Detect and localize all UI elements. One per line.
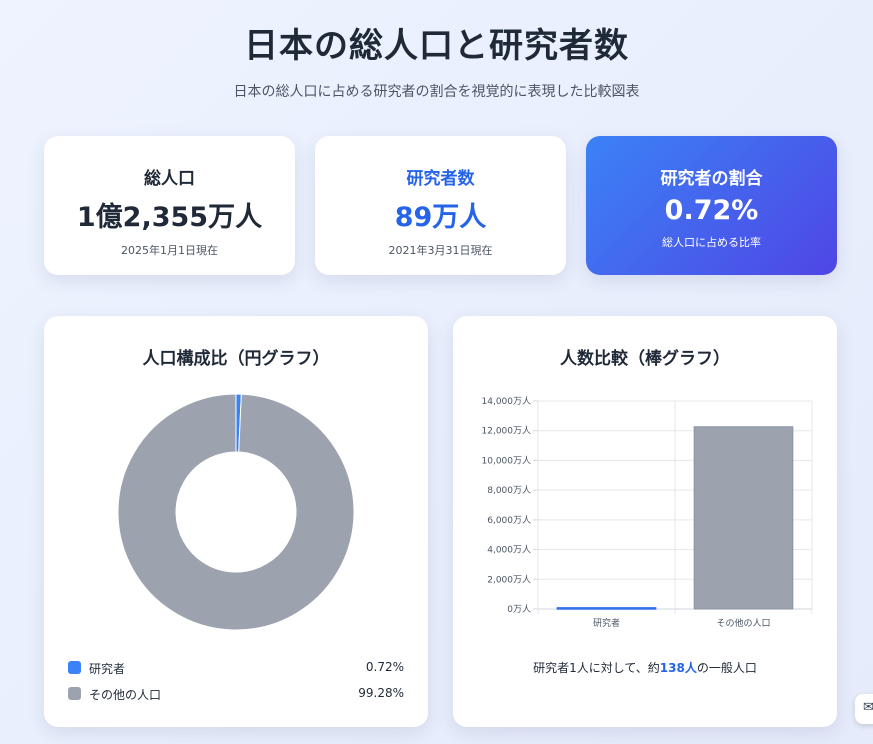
caption-highlight: 138人 (659, 661, 697, 675)
pie-chart-panel: 人口構成比（円グラフ） 研究者 0.72% その他の人口 99.28% (44, 316, 428, 727)
legend-swatch-others (68, 687, 81, 700)
chat-icon: ✉ (863, 700, 873, 715)
legend-item-researchers[interactable]: 研究者 0.72% (68, 659, 404, 677)
header: 日本の総人口と研究者数 日本の総人口に占める研究者の割合を視覚的に表現した比較図… (0, 18, 873, 101)
pie-slice-others[interactable] (117, 393, 355, 631)
ratio-label: 研究者の割合 (660, 169, 763, 189)
y-tick-label: 12,000万人 (482, 426, 532, 437)
y-tick-label: 14,000万人 (482, 396, 532, 407)
x-tick-label: その他の人口 (716, 617, 770, 629)
total-population-value: 1億2,355万人 (76, 202, 263, 233)
x-tick-label: 研究者 (593, 617, 620, 629)
caption-suffix: の一般人口 (696, 661, 757, 675)
legend-value-others: 99.28% (358, 686, 404, 700)
bar-chart-caption: 研究者1人に対して、約138人の一般人口 (453, 659, 837, 676)
legend-value-researchers: 0.72% (365, 660, 404, 674)
caption-prefix: 研究者1人に対して、約 (533, 661, 660, 675)
legend-label-researchers: 研究者 (89, 662, 126, 676)
ratio-note: 総人口に占める比率 (662, 236, 761, 249)
legend-swatch-researchers (68, 661, 81, 674)
page-subtitle: 日本の総人口に占める研究者の割合を視覚的に表現した比較図表 (233, 84, 640, 100)
y-tick-label: 8,000万人 (487, 485, 531, 496)
bar-chart-panel: 人数比較（棒グラフ） 0万人 2,000万人 4,000万人 6,000万人 8,000… (453, 316, 837, 727)
legend-label-others: その他の人口 (89, 688, 162, 702)
ratio-card: 研究者の割合 0.72% 総人口に占める比率 (586, 136, 837, 275)
legend-item-others[interactable]: その他の人口 99.28% (68, 685, 404, 703)
page-title: 日本の総人口と研究者数 (244, 26, 629, 66)
bar-researchers[interactable] (556, 607, 657, 610)
y-tick-label: 6,000万人 (487, 515, 531, 526)
researchers-label: 研究者数 (406, 169, 475, 189)
y-tick-label: 4,000万人 (487, 545, 531, 556)
y-tick-label: 10,000万人 (482, 455, 532, 466)
y-tick-label: 2,000万人 (487, 574, 531, 585)
researchers-value: 89万人 (394, 202, 487, 233)
ratio-value: 0.72% (664, 195, 759, 226)
bar-others[interactable] (693, 426, 794, 610)
researchers-card: 研究者数 89万人 2021年3月31日現在 (315, 136, 566, 275)
researchers-note: 2021年3月31日現在 (388, 244, 493, 257)
y-tick-label: 0万人 (507, 604, 531, 615)
feedback-button[interactable]: ✉ (855, 694, 873, 724)
total-population-note: 2025年1月1日現在 (121, 244, 218, 257)
total-population-label: 総人口 (144, 169, 195, 189)
total-population-card: 総人口 1億2,355万人 2025年1月1日現在 (44, 136, 295, 275)
